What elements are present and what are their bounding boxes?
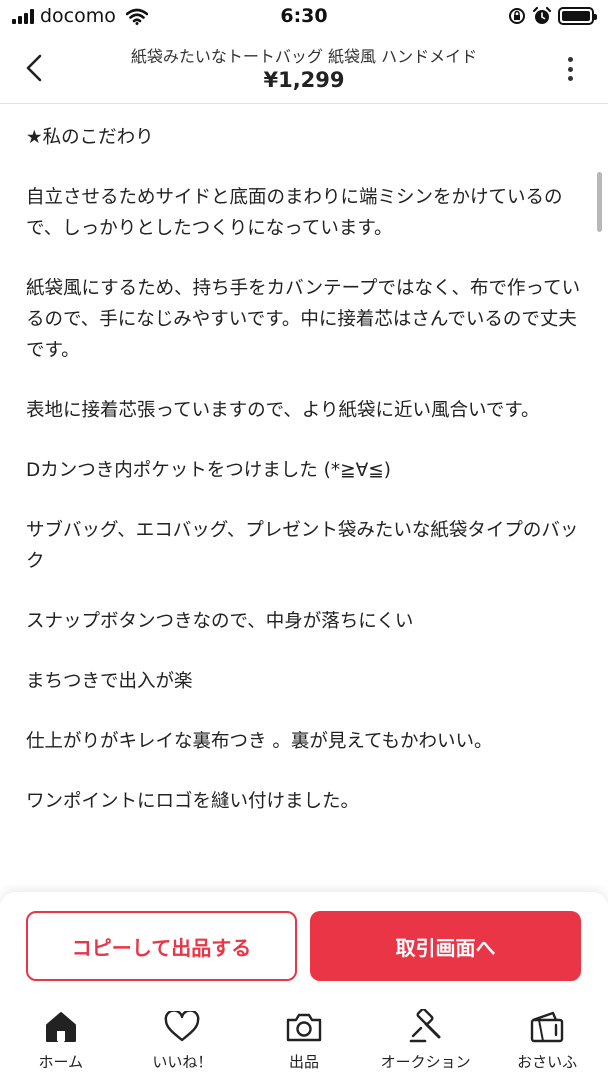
more-dot	[567, 57, 573, 62]
description-paragraph: 紙袋風にするため、持ち手をカバンテープではなく、布で作っているので、手になじみや…	[26, 278, 581, 361]
tab-label: ホーム	[38, 1053, 84, 1071]
item-description: ★私のこだわり 自立させるためサイドと底面のまわりに端ミシンをかけているので、し…	[26, 122, 586, 846]
scrollbar[interactable]	[597, 172, 602, 232]
description-paragraph: Dカンつき内ポケットをつけました (*≧∀≦)	[26, 460, 391, 481]
tab-label: オークション	[380, 1053, 471, 1071]
tab-label: いいね！	[152, 1053, 213, 1071]
status-bar: docomo 6:30	[0, 0, 608, 34]
camera-icon	[286, 1013, 322, 1042]
description-paragraph: まちつきで出入が楽	[26, 671, 193, 692]
tab-label: 出品	[288, 1053, 319, 1071]
tab-home[interactable]: ホーム	[0, 1003, 122, 1080]
more-dot	[567, 66, 573, 72]
description-paragraph: 自立させるためサイドと底面のまわりに端ミシンをかけているので、しっかりとしたつく…	[26, 187, 563, 239]
tab-wallet[interactable]: おさいふ	[486, 1003, 608, 1080]
gavel-icon	[409, 1009, 441, 1043]
status-right	[508, 6, 597, 26]
tab-sell[interactable]: 出品	[243, 1003, 365, 1080]
tab-likes[interactable]: いいね！	[122, 1003, 244, 1080]
copy-listing-button[interactable]: コピーして出品する	[26, 911, 297, 981]
description-paragraph: スナップボタンつきなので、中身が落ちにくい	[26, 611, 414, 632]
description-paragraph: 仕上がりがキレイな裏布つき 。裏が見えてもかわいい。	[26, 731, 493, 752]
back-button[interactable]	[18, 48, 50, 88]
go-to-trade-button[interactable]: 取引画面へ	[310, 911, 581, 981]
battery-icon	[558, 7, 597, 25]
home-icon	[45, 1012, 76, 1042]
description-paragraph: 表地に接着芯張っていますので、より紙袋に近い風合いです。	[26, 400, 540, 421]
tab-auction[interactable]: オークション	[365, 1003, 487, 1080]
tab-label: おさいふ	[517, 1053, 578, 1071]
description-paragraph: ★私のこだわり	[26, 127, 154, 148]
more-menu-button[interactable]	[560, 54, 580, 84]
item-price: ¥1,299	[263, 68, 345, 92]
tab-bar: ホーム いいね！ 出品 オークション おさいふ	[0, 1003, 608, 1080]
item-title: 紙袋みたいなトートバッグ 紙袋風 ハンドメイド	[130, 47, 478, 66]
heart-icon	[165, 1011, 200, 1042]
more-dot	[567, 76, 573, 81]
wallet-icon	[530, 1011, 564, 1043]
rotation-lock-icon	[509, 8, 525, 24]
chevron-left-icon	[26, 54, 42, 82]
alarm-icon	[532, 6, 552, 24]
description-paragraph: ワンポイントにロゴを縫い付けました。	[26, 791, 360, 812]
description-paragraph: サブバッグ、エコバッグ、プレゼント袋みたいな紙袋タイプのバック	[26, 520, 579, 572]
item-header: 紙袋みたいなトートバッグ 紙袋風 ハンドメイド ¥1,299	[0, 34, 608, 104]
